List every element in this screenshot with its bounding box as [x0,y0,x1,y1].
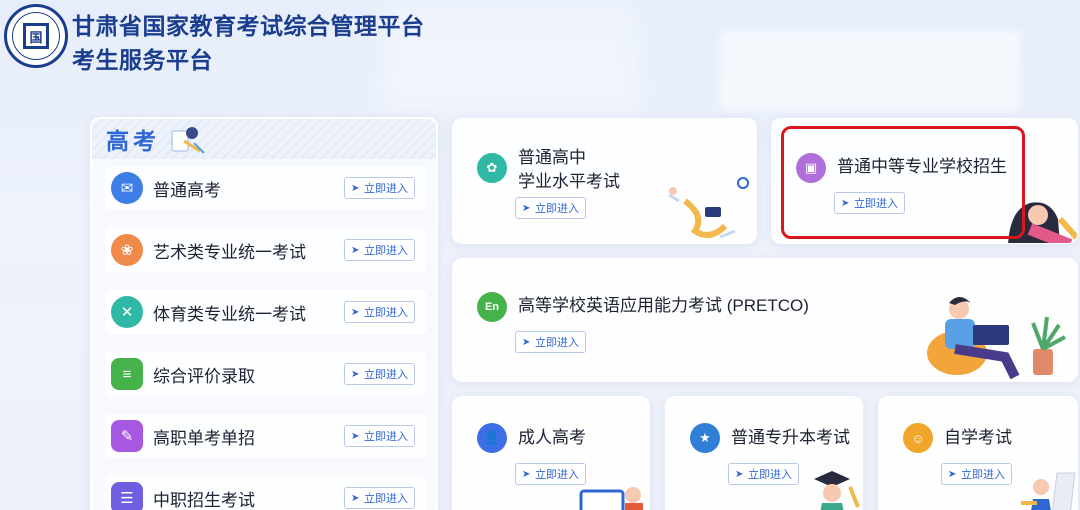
send-icon: ➤ [522,468,531,480]
site-logo[interactable]: 国 [4,4,68,68]
id-card-icon: ▣ [796,153,826,183]
enter-button[interactable]: ➤ 立即进入 [344,239,415,261]
gaokao-title: 高考 [106,128,160,154]
send-icon: ➤ [841,197,850,209]
platform-title: 甘肃省国家教育考试综合管理平台 [72,13,425,39]
send-icon: ➤ [351,306,360,318]
enter-button[interactable]: ➤ 立即进入 [344,425,415,447]
enter-button[interactable]: ➤ 立即进入 [728,463,799,485]
enter-button[interactable]: ➤ 立即进入 [344,177,415,199]
gaokao-header: 高考 [92,119,436,159]
enter-label: 立即进入 [961,469,1005,481]
card-zhongzhi-zhaosheng[interactable]: ▣ 普通中等专业学校招生 ➤ 立即进入 [771,118,1078,244]
enter-label: 立即进入 [364,493,408,505]
card-title-line2: 学业水平考试 [518,172,620,191]
gaokao-item-sports[interactable]: ✕ 体育类专业统一考试 ➤ 立即进入 [105,290,427,334]
enter-button[interactable]: ➤ 立即进入 [941,463,1012,485]
enter-label: 立即进入 [854,198,898,210]
logo-glyph: 国 [23,23,49,49]
logo-ring: 国 [12,12,60,60]
enter-button[interactable]: ➤ 立即进入 [834,192,905,214]
star-icon: ★ [690,423,720,453]
card-title: 普通中等专业学校招生 [837,157,1007,176]
document-icon: ✎ [111,420,143,452]
card-zhuanshengben[interactable]: ★ 普通专升本考试 ➤ 立即进入 [665,396,863,510]
send-icon: ➤ [351,244,360,256]
enter-label: 立即进入 [535,203,579,215]
send-icon: ➤ [351,182,360,194]
envelope-icon: ✉ [111,172,143,204]
enter-button[interactable]: ➤ 立即进入 [344,487,415,509]
badge-icon: ✿ [477,153,507,183]
enter-button[interactable]: ➤ 立即进入 [344,363,415,385]
enter-label: 立即进入 [748,469,792,481]
zhongzhi-illustration [1008,202,1077,243]
people-icon: ☺ [903,423,933,453]
xueye-illustration [668,177,749,239]
gaokao-item-putong[interactable]: ✉ 普通高考 ➤ 立即进入 [105,166,427,210]
card-title: 自学考试 [944,428,1012,447]
background-glow [720,30,1020,110]
send-icon: ➤ [351,492,360,504]
card-title: 高等学校英语应用能力考试 (PRETCO) [518,296,809,315]
gaokao-item-secondary[interactable]: ☰ 中职招生考试 ➤ 立即进入 [105,476,427,510]
enter-button[interactable]: ➤ 立即进入 [515,331,586,353]
card-xueye-shuiping[interactable]: ✿ 普通高中 学业水平考试 ➤ 立即进入 [452,118,757,244]
enter-label: 立即进入 [364,431,408,443]
card-chengren-gaokao[interactable]: 👤 成人高考 ➤ 立即进入 [452,396,650,510]
sport-icon: ✕ [111,296,143,328]
card-title: 成人高考 [518,428,586,447]
en-icon: En [477,292,507,322]
enter-button[interactable]: ➤ 立即进入 [515,197,586,219]
send-icon: ➤ [351,430,360,442]
user-icon: 👤 [477,423,507,453]
send-icon: ➤ [351,368,360,380]
enter-label: 立即进入 [364,307,408,319]
send-icon: ➤ [735,468,744,480]
gaokao-illustration [166,123,206,155]
enter-label: 立即进入 [364,245,408,257]
enter-label: 立即进入 [535,337,579,349]
zhuanshengben-illustration [814,471,860,510]
send-icon: ➤ [522,336,531,348]
card-title-line1: 普通高中 [518,148,586,167]
pretco-illustration [927,297,1066,380]
enter-label: 立即进入 [364,369,408,381]
card-pretco[interactable]: En 高等学校英语应用能力考试 (PRETCO) ➤ 立即进入 [452,258,1078,382]
gaokao-item-art[interactable]: ❀ 艺术类专业统一考试 ➤ 立即进入 [105,228,427,272]
send-icon: ➤ [522,202,531,214]
gaokao-item-vocational[interactable]: ✎ 高职单考单招 ➤ 立即进入 [105,414,427,458]
enter-button[interactable]: ➤ 立即进入 [344,301,415,323]
evaluation-icon: ≡ [111,358,143,390]
lotus-icon: ❀ [111,234,143,266]
gaokao-item-evaluation[interactable]: ≡ 综合评价录取 ➤ 立即进入 [105,352,427,396]
zixue-illustration [1021,472,1076,510]
send-icon: ➤ [948,468,957,480]
list-icon: ☰ [111,482,143,510]
enter-button[interactable]: ➤ 立即进入 [515,463,586,485]
platform-subtitle: 考生服务平台 [72,47,213,73]
card-title: 普通专升本考试 [731,428,850,447]
chengren-illustration [579,487,643,510]
enter-label: 立即进入 [535,469,579,481]
enter-label: 立即进入 [364,183,408,195]
card-zixue-kaoshi[interactable]: ☺ 自学考试 ➤ 立即进入 [878,396,1078,510]
